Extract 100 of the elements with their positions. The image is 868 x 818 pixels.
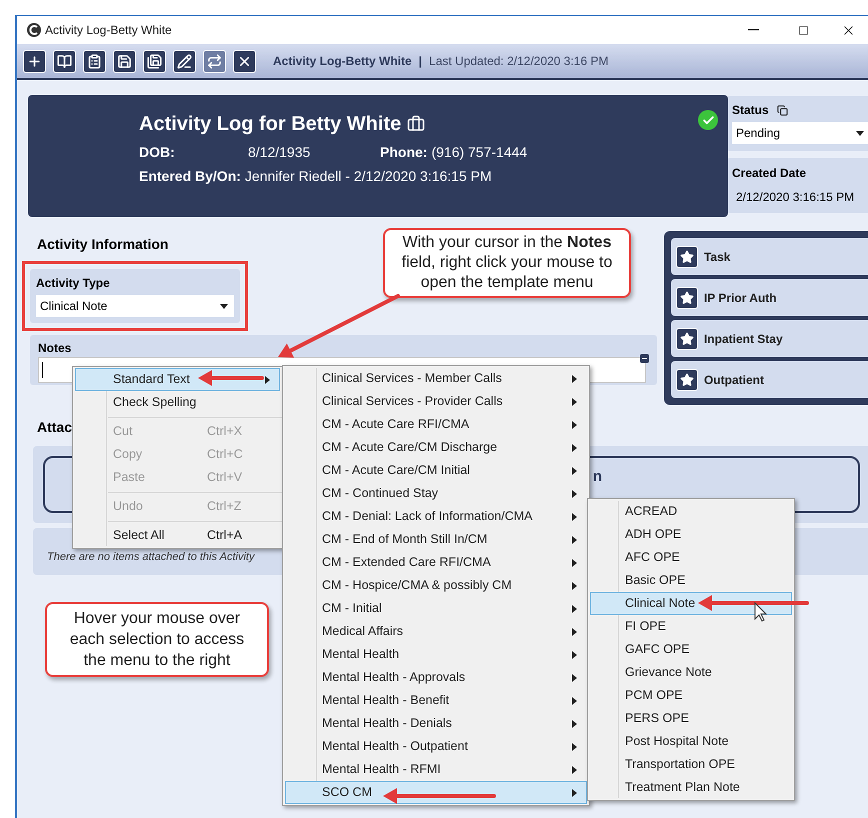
edit-icon	[177, 54, 192, 68]
status-select[interactable]: Pending	[732, 122, 868, 144]
add-icon	[27, 54, 42, 68]
submenu-arrow-icon	[572, 512, 577, 520]
menu-item[interactable]: Mental Health	[285, 643, 587, 666]
menu-item[interactable]: CM - Denial: Lack of Information/CMA	[285, 505, 587, 528]
action-button[interactable]: IP Prior Auth	[670, 279, 868, 316]
status-label: Status	[732, 102, 769, 119]
menu-item[interactable]: CM - Continued Stay	[285, 482, 587, 505]
save-all-button[interactable]	[143, 50, 166, 72]
entered-label: Entered By/On:	[139, 167, 241, 186]
menu-item[interactable]: CM - Acute Care/CM Discharge	[285, 436, 587, 459]
callout: Hover your mouse over each selection to access the menu to the right	[45, 602, 269, 677]
book-button[interactable]	[53, 50, 76, 72]
book-icon	[57, 54, 72, 68]
submenu-arrow-icon	[572, 398, 577, 406]
maximize-icon	[798, 24, 808, 36]
menu-item[interactable]: Transportation OPE	[590, 753, 792, 776]
submenu-arrow-icon	[572, 742, 577, 750]
section-heading: Activity Information	[37, 235, 168, 254]
clipboard-button[interactable]	[83, 50, 106, 72]
dob-value: 8/12/1935	[248, 143, 312, 162]
menu-item[interactable]: CM - Acute Care RFI/CMA	[285, 413, 587, 436]
action-button[interactable]: Outpatient	[670, 361, 868, 398]
menu-item[interactable]: Medical Affairs	[285, 620, 587, 643]
menu-item[interactable]: Select All Ctrl+A	[75, 524, 280, 547]
menu-item[interactable]: Mental Health - Approvals	[285, 666, 587, 689]
briefcase-icon	[407, 115, 426, 133]
menu-item[interactable]: ACREAD	[590, 500, 792, 523]
menu-item[interactable]: AFC OPE	[590, 546, 792, 569]
menu-item[interactable]: Standard Text	[75, 368, 280, 391]
submenu-arrow-icon	[572, 696, 577, 704]
app-logo-icon	[27, 23, 41, 37]
add-button[interactable]	[23, 50, 46, 72]
activity-type-label: Activity Type	[36, 275, 111, 292]
check-icon	[698, 110, 718, 130]
dropdown-caret-icon	[220, 304, 228, 308]
menu-item[interactable]: CM - Initial	[285, 597, 587, 620]
menu-item[interactable]: FI OPE	[590, 615, 792, 638]
menu-item[interactable]: Clinical Services - Provider Calls	[285, 390, 587, 413]
close-button[interactable]	[233, 50, 256, 72]
save-all-icon	[147, 54, 162, 68]
created-date-label: Created Date	[732, 165, 808, 182]
submenu-arrow-icon	[572, 490, 577, 498]
mouse-cursor-icon	[754, 602, 768, 622]
submenu-arrow-icon	[572, 420, 577, 428]
menu-item[interactable]: Check Spelling	[75, 391, 280, 414]
menu-item[interactable]: CM - Hospice/CMA & possibly CM	[285, 574, 587, 597]
submenu-arrow-icon	[572, 374, 577, 382]
menu-item[interactable]: Clinical Services - Member Calls	[285, 367, 587, 390]
action-button[interactable]: Inpatient Stay	[670, 320, 868, 357]
menu-item[interactable]: Treatment Plan Note	[590, 776, 792, 799]
minimize-icon	[748, 29, 758, 31]
submenu-arrow-icon	[572, 604, 577, 612]
menu-item[interactable]: Post Hospital Note	[590, 730, 792, 753]
phone-value: (916) 757-1444	[431, 143, 528, 162]
activity-type-select[interactable]: Clinical Note	[36, 295, 234, 317]
menu-item[interactable]: Mental Health - Denials	[285, 712, 587, 735]
section-heading: Attac	[37, 418, 72, 437]
entered-value: Jennifer Riedell - 2/12/2020 3:16:15 PM	[244, 167, 492, 186]
submenu-arrow-icon	[572, 444, 577, 452]
toolbar-title: Activity Log-Betty White	[273, 53, 412, 70]
action-button[interactable]: Task	[670, 238, 868, 275]
drop-area-text: n	[592, 467, 602, 487]
menu-item[interactable]: CM - End of Month Still In/CM	[285, 528, 587, 551]
submenu-arrow-icon	[572, 536, 577, 544]
menu-item[interactable]: ADH OPE	[590, 523, 792, 546]
callout: With your cursor in the Notes field, right click your mouse to open the template menu	[383, 228, 631, 298]
menu-item[interactable]: PERS OPE	[590, 707, 792, 730]
header-title: Activity Log for Betty White	[139, 112, 402, 137]
submenu-arrow-icon	[572, 788, 577, 796]
last-updated-text: Last Updated: 2/12/2020 3:16 PM	[429, 53, 608, 70]
menu-item[interactable]: PCM OPE	[590, 684, 792, 707]
submenu-arrow-icon	[572, 650, 577, 658]
swap-icon	[207, 54, 222, 68]
submenu-arrow-icon	[572, 628, 577, 636]
dob-label: DOB:	[139, 143, 176, 162]
save-button[interactable]	[113, 50, 136, 72]
toolbar-separator: |	[418, 53, 422, 70]
submenu-arrow-icon	[572, 582, 577, 590]
menu-item[interactable]: Mental Health - Benefit	[285, 689, 587, 712]
submenu-arrow-icon	[572, 766, 577, 774]
submenu-arrow-icon	[265, 376, 270, 384]
submenu-arrow-icon	[572, 720, 577, 728]
menu-item[interactable]: Mental Health - Outpatient	[285, 735, 587, 758]
notes-label: Notes	[38, 340, 72, 357]
menu-item[interactable]: CM - Acute Care/CM Initial	[285, 459, 587, 482]
menu-item[interactable]: Mental Health - RFMI	[285, 758, 587, 781]
menu-item[interactable]: Basic OPE	[590, 569, 792, 592]
menu-item[interactable]: Grievance Note	[590, 661, 792, 684]
window-title: Activity Log-Betty White	[45, 22, 172, 39]
pointer-arrow	[198, 370, 264, 386]
edit-button[interactable]	[173, 50, 196, 72]
submenu-arrow-icon	[572, 466, 577, 474]
menu-item[interactable]: CM - Extended Care RFI/CMA	[285, 551, 587, 574]
menu-item[interactable]: GAFC OPE	[590, 638, 792, 661]
menu-item[interactable]: SCO CM	[285, 781, 587, 804]
copy-icon	[776, 104, 788, 116]
swap-button[interactable]	[203, 50, 226, 72]
submenu-arrow-icon	[572, 558, 577, 566]
